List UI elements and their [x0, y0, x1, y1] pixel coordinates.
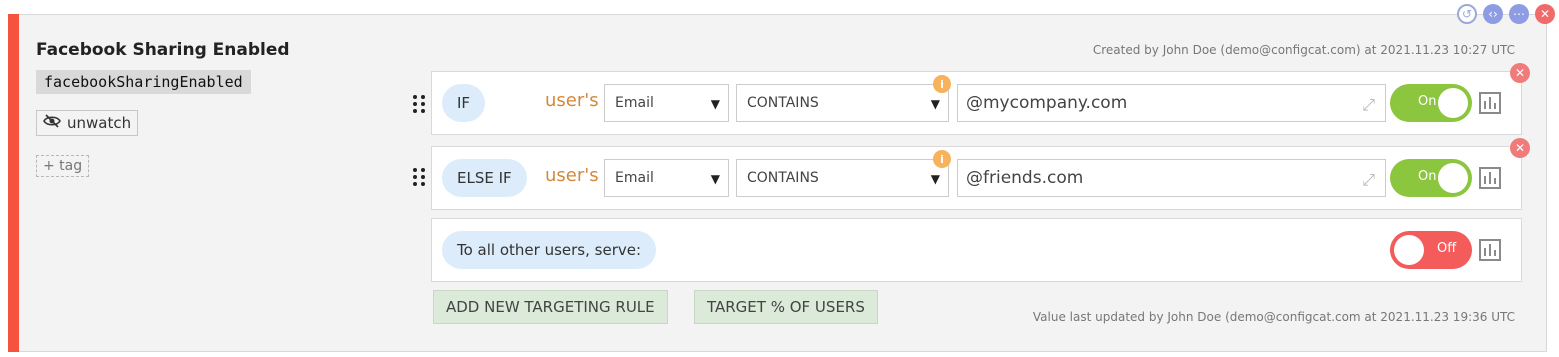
eye-slash-icon	[43, 114, 61, 132]
unwatch-label: unwatch	[67, 114, 132, 132]
history-icon[interactable]: ↺	[1457, 4, 1477, 24]
toggle-knob	[1438, 88, 1468, 118]
targeting-rule: IF user's Email ▼ CONTAINS ▼ i @mycompan…	[431, 71, 1522, 135]
expand-icon[interactable]: ⤢	[1362, 95, 1375, 115]
expand-icon[interactable]: ⤢	[1362, 170, 1375, 190]
toggle-label: On	[1418, 94, 1437, 109]
condition-label: IF	[442, 84, 486, 122]
users-label: user's	[545, 165, 599, 186]
stats-icon[interactable]	[1479, 92, 1501, 114]
default-serve-toggle[interactable]: Off	[1390, 231, 1472, 269]
drag-handle-icon[interactable]	[413, 168, 425, 186]
condition-label: ELSE IF	[442, 159, 527, 197]
comparator-value: CONTAINS	[747, 95, 819, 111]
comparison-value: @friends.com	[966, 168, 1084, 188]
attribute-select[interactable]: Email ▼	[604, 84, 729, 122]
comparison-value: @mycompany.com	[966, 93, 1128, 113]
flag-key: facebookSharingEnabled	[36, 70, 251, 94]
targeting-rule: ELSE IF user's Email ▼ CONTAINS ▼ i @fri…	[431, 146, 1522, 210]
info-icon[interactable]: i	[933, 150, 951, 168]
unwatch-button[interactable]: unwatch	[36, 110, 139, 136]
chevron-down-icon: ▼	[710, 97, 720, 111]
comparator-value: CONTAINS	[747, 170, 819, 186]
comparator-select[interactable]: CONTAINS ▼ i	[736, 150, 951, 197]
card-actions: ↺ ‹› ⋯ ✕	[1457, 4, 1555, 24]
default-rule-label: To all other users, serve:	[442, 231, 657, 269]
created-info: Created by John Doe (demo@configcat.com)…	[1092, 43, 1515, 57]
toggle-label: On	[1418, 169, 1437, 184]
stats-icon[interactable]	[1479, 239, 1501, 261]
close-icon[interactable]: ✕	[1535, 4, 1555, 24]
serve-toggle[interactable]: On	[1390, 159, 1472, 197]
users-label: user's	[545, 90, 599, 111]
serve-toggle[interactable]: On	[1390, 84, 1472, 122]
more-icon[interactable]: ⋯	[1509, 4, 1529, 24]
add-tag-button[interactable]: + tag	[36, 155, 90, 177]
comparator-select[interactable]: CONTAINS ▼ i	[736, 75, 951, 122]
chevron-down-icon: ▼	[930, 172, 940, 186]
attribute-select[interactable]: Email ▼	[604, 159, 729, 197]
default-rule: To all other users, serve: Off	[431, 218, 1522, 282]
comparison-value-input[interactable]: @mycompany.com ⤢	[957, 84, 1386, 122]
target-percent-button[interactable]: TARGET % OF USERS	[694, 290, 878, 324]
attribute-value: Email	[615, 170, 654, 186]
comparison-value-input[interactable]: @friends.com ⤢	[957, 159, 1386, 197]
add-targeting-rule-button[interactable]: ADD NEW TARGETING RULE	[433, 290, 668, 324]
toggle-knob	[1394, 235, 1424, 265]
toggle-label: Off	[1437, 241, 1457, 256]
toggle-knob	[1438, 163, 1468, 193]
card-accent-bar	[8, 14, 19, 352]
chevron-down-icon: ▼	[930, 97, 940, 111]
stats-icon[interactable]	[1479, 167, 1501, 189]
flag-title: Facebook Sharing Enabled	[36, 40, 290, 60]
delete-rule-icon[interactable]: ✕	[1510, 138, 1530, 158]
attribute-value: Email	[615, 95, 654, 111]
drag-handle-icon[interactable]	[413, 95, 425, 113]
code-icon[interactable]: ‹›	[1483, 4, 1503, 24]
updated-info: Value last updated by John Doe (demo@con…	[1032, 310, 1515, 324]
chevron-down-icon: ▼	[710, 172, 720, 186]
info-icon[interactable]: i	[933, 75, 951, 93]
delete-rule-icon[interactable]: ✕	[1510, 63, 1530, 83]
